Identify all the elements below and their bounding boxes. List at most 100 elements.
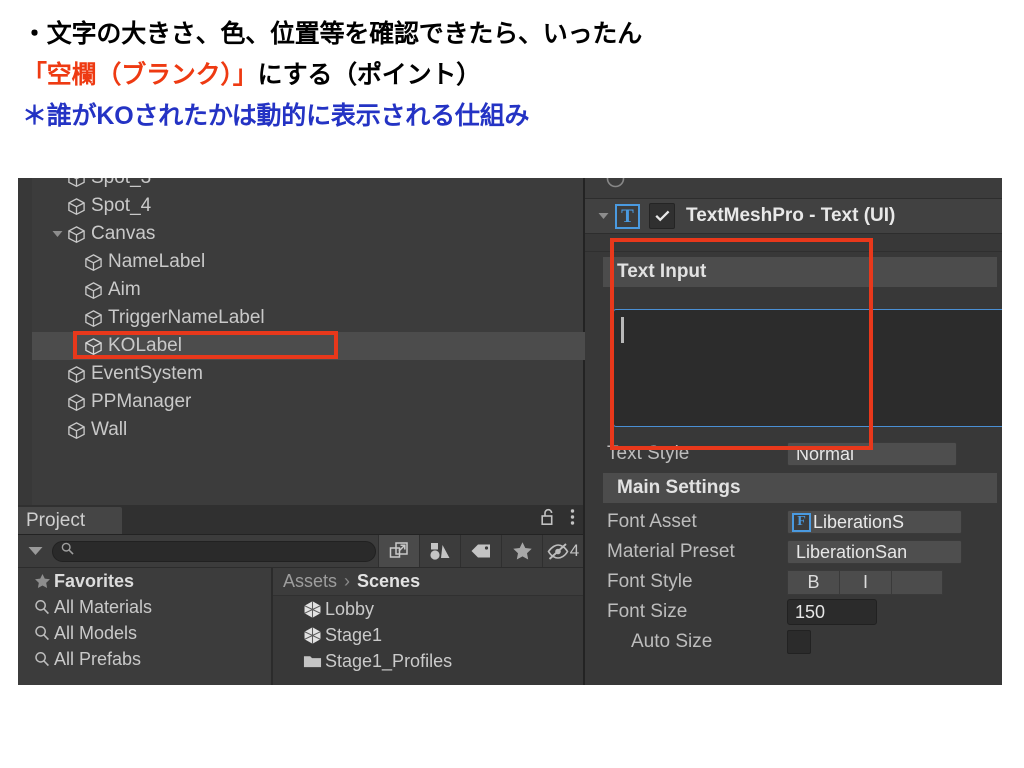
hierarchy-label: KOLabel bbox=[108, 335, 182, 356]
hierarchy-row-wall[interactable]: Wall bbox=[32, 416, 585, 444]
panel-tab-icons bbox=[541, 505, 575, 534]
row-material-preset[interactable]: Material Preset LiberationSan bbox=[585, 537, 1002, 567]
foldout-spacer bbox=[66, 332, 83, 360]
gameobject-cube-icon bbox=[83, 280, 104, 301]
text-input-section-bar[interactable]: Text Input bbox=[603, 257, 997, 287]
gameobject-cube-icon bbox=[83, 336, 104, 357]
open-in-new-icon[interactable] bbox=[378, 535, 419, 567]
hierarchy-panel[interactable]: Spot_3 Spot_4 bbox=[18, 178, 585, 505]
favorite-star-icon[interactable] bbox=[501, 535, 542, 567]
hierarchy-row-canvas[interactable]: Canvas bbox=[32, 220, 585, 248]
hierarchy-row-eventsystem[interactable]: EventSystem bbox=[32, 360, 585, 388]
component-enabled-checkbox[interactable] bbox=[649, 203, 675, 229]
row-label: Material Preset bbox=[607, 541, 735, 562]
foldout-spacer bbox=[49, 304, 66, 332]
foldout-spacer bbox=[32, 248, 49, 276]
gameobject-cube-icon bbox=[83, 308, 104, 329]
font-asset-icon-letter: F bbox=[797, 514, 806, 529]
project-content-pane[interactable]: Assets › Scenes Lobby Stage1 Stage1_Prof… bbox=[273, 568, 583, 685]
foldout-spacer bbox=[49, 388, 66, 416]
project-favorites-tree[interactable]: Favorites All Materials All Models All P… bbox=[18, 568, 273, 685]
font-size-input[interactable]: 150 bbox=[787, 599, 877, 625]
label-tag-icon[interactable] bbox=[460, 535, 501, 567]
row-label: Auto Size bbox=[631, 631, 713, 652]
asset-row-lobby[interactable]: Lobby bbox=[273, 596, 583, 622]
text-input-textarea[interactable] bbox=[613, 309, 1002, 427]
row-text-style[interactable]: Text Style Normal bbox=[585, 439, 1002, 469]
foldout-spacer bbox=[66, 276, 83, 304]
project-tree-favorites[interactable]: Favorites bbox=[18, 568, 271, 594]
font-asset-object-field[interactable]: F LiberationS bbox=[787, 510, 962, 534]
project-tree-all-models[interactable]: All Models bbox=[18, 620, 271, 646]
hierarchy-label: PPManager bbox=[91, 391, 192, 412]
project-tree-label: All Materials bbox=[54, 596, 153, 617]
hierarchy-row-spot3[interactable]: Spot_3 bbox=[32, 178, 585, 192]
text-style-dropdown[interactable]: Normal bbox=[787, 442, 957, 466]
inspector-spacer bbox=[585, 234, 1002, 252]
hierarchy-row-aim[interactable]: Aim bbox=[32, 276, 585, 304]
hierarchy-row-triggernamelabel[interactable]: TriggerNameLabel bbox=[32, 304, 585, 332]
gameobject-cube-icon bbox=[66, 178, 87, 189]
hidden-packages-icon[interactable]: 4 bbox=[542, 535, 583, 567]
row-font-size[interactable]: Font Size 150 bbox=[585, 597, 1002, 627]
component-header-textmeshpro[interactable]: T TextMeshPro - Text (UI) bbox=[585, 199, 1002, 234]
inspector-panel[interactable]: T TextMeshPro - Text (UI) Text Input Tex… bbox=[585, 178, 1002, 685]
breadcrumb[interactable]: Assets › Scenes bbox=[273, 568, 583, 596]
gameobject-cube-icon bbox=[66, 392, 87, 413]
foldout-spacer bbox=[49, 178, 66, 192]
unity-editor-screenshot: Spot_3 Spot_4 bbox=[18, 178, 1002, 685]
project-tree-all-materials[interactable]: All Materials bbox=[18, 594, 271, 620]
row-label: Font Asset bbox=[607, 511, 697, 532]
hierarchy-label: TriggerNameLabel bbox=[108, 307, 265, 328]
asset-type-filter-icon[interactable] bbox=[419, 535, 460, 567]
foldout-spacer bbox=[32, 304, 49, 332]
font-style-underline-button[interactable] bbox=[891, 569, 943, 595]
font-style-bold-button[interactable]: B bbox=[787, 569, 839, 595]
unlock-icon[interactable] bbox=[541, 508, 556, 531]
breadcrumb-root[interactable]: Assets bbox=[283, 571, 337, 592]
hierarchy-label: Wall bbox=[91, 419, 128, 440]
project-panel[interactable]: Project 4 Favorites All Materials All Mo… bbox=[18, 505, 585, 685]
main-settings-section-bar[interactable]: Main Settings bbox=[603, 473, 997, 503]
chevron-down-icon[interactable] bbox=[593, 212, 613, 220]
hierarchy-label: NameLabel bbox=[108, 251, 206, 272]
gameobject-cube-icon bbox=[83, 252, 104, 273]
gameobject-cube-icon bbox=[66, 364, 87, 385]
component-title: TextMeshPro - Text (UI) bbox=[686, 205, 896, 226]
hierarchy-row-kolabel[interactable]: KOLabel bbox=[32, 332, 585, 360]
font-asset-icon: F bbox=[792, 512, 811, 532]
foldout-spacer bbox=[49, 276, 66, 304]
hierarchy-row-spot4[interactable]: Spot_4 bbox=[32, 192, 585, 220]
foldout-spacer bbox=[32, 360, 49, 388]
hierarchy-row-namelabel[interactable]: NameLabel bbox=[32, 248, 585, 276]
foldout-spacer bbox=[49, 192, 66, 220]
slide-line-2-red: 「空欄（ブランク）」 bbox=[22, 61, 258, 89]
row-auto-size[interactable]: Auto Size bbox=[585, 627, 1002, 657]
asset-row-stage1[interactable]: Stage1 bbox=[273, 622, 583, 648]
material-preset-dropdown[interactable]: LiberationSan bbox=[787, 540, 962, 564]
slide-line-3: ＊誰がKOされたかは動的に表示される仕組み bbox=[22, 102, 530, 130]
auto-size-checkbox[interactable] bbox=[787, 630, 811, 654]
tab-project[interactable]: Project bbox=[18, 507, 122, 534]
chevron-down-icon[interactable] bbox=[49, 220, 66, 248]
foldout-spacer bbox=[49, 248, 66, 276]
create-dropdown-icon[interactable] bbox=[18, 535, 52, 567]
gameobject-cube-icon bbox=[66, 224, 87, 245]
foldout-spacer bbox=[49, 416, 66, 444]
row-font-style[interactable]: Font Style B I bbox=[585, 567, 1002, 597]
asset-row-stage1-profiles[interactable]: Stage1_Profiles bbox=[273, 648, 583, 674]
kebab-menu-icon[interactable] bbox=[570, 508, 575, 531]
project-body: Favorites All Materials All Models All P… bbox=[18, 568, 583, 685]
tmp-icon-letter: T bbox=[621, 205, 634, 227]
hierarchy-label: EventSystem bbox=[91, 363, 203, 384]
hidden-packages-count: 4 bbox=[569, 541, 580, 560]
font-style-button-group: B I bbox=[787, 569, 943, 595]
project-toolbar: 4 bbox=[18, 535, 583, 568]
hierarchy-row-ppmanager[interactable]: PPManager bbox=[32, 388, 585, 416]
row-font-asset[interactable]: Font Asset F LiberationS bbox=[585, 507, 1002, 537]
project-tree-all-prefabs[interactable]: All Prefabs bbox=[18, 646, 271, 672]
foldout-spacer bbox=[32, 220, 49, 248]
font-style-italic-button[interactable]: I bbox=[839, 569, 891, 595]
search-input[interactable] bbox=[52, 540, 376, 562]
foldout-spacer bbox=[32, 332, 49, 360]
